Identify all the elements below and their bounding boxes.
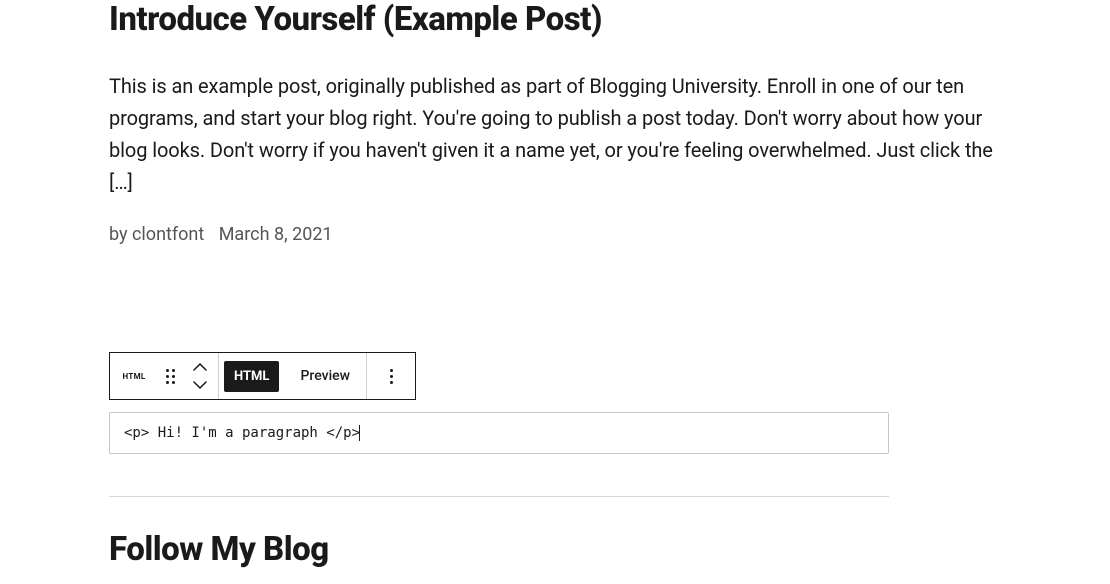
html-tab-label: HTML — [224, 361, 279, 392]
post-title[interactable]: Introduce Yourself (Example Post) — [109, 0, 1000, 40]
chevron-up-icon — [193, 363, 207, 371]
drag-handle[interactable] — [158, 369, 182, 384]
preview-tab-label: Preview — [300, 368, 350, 384]
move-up-button[interactable] — [182, 358, 218, 376]
post-date[interactable]: March 8, 2021 — [219, 224, 333, 245]
html-code-input[interactable]: <p> Hi! I'm a paragraph </p> — [109, 412, 889, 454]
block-type-button[interactable]: HTML — [110, 372, 158, 381]
post-author[interactable]: clontfont — [132, 224, 204, 245]
block-toolbar: HTML HTML Preview — [109, 352, 416, 400]
preview-tab[interactable]: Preview — [284, 368, 366, 384]
post-meta: by clontfont March 8, 2021 — [109, 224, 1000, 245]
html-tab[interactable]: HTML — [219, 361, 284, 392]
section-divider — [109, 496, 889, 497]
drag-icon — [166, 369, 175, 384]
code-content: <p> Hi! I'm a paragraph </p> — [124, 425, 360, 441]
post-excerpt: This is an example post, originally publ… — [109, 70, 1000, 198]
chevron-down-icon — [193, 381, 207, 389]
by-label: by — [109, 224, 128, 245]
follow-heading: Follow My Blog — [109, 530, 329, 569]
move-down-button[interactable] — [182, 376, 218, 394]
more-vertical-icon — [390, 369, 393, 384]
more-options-button[interactable] — [367, 369, 415, 384]
text-cursor — [359, 425, 360, 441]
html-block-icon: HTML — [122, 372, 145, 381]
